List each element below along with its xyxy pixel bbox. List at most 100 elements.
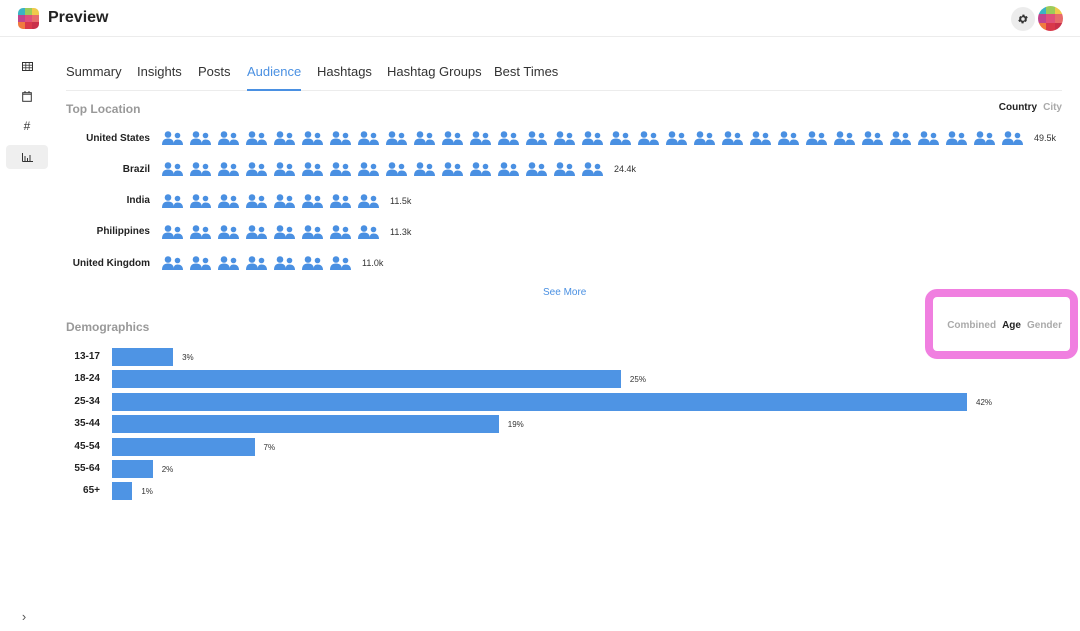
people-icon bbox=[722, 130, 750, 146]
people-icon bbox=[498, 161, 526, 177]
tab-audience[interactable]: Audience bbox=[247, 64, 302, 91]
location-icons bbox=[162, 161, 610, 177]
sidebar-item-calendar[interactable] bbox=[6, 84, 48, 108]
logo-tile bbox=[1054, 6, 1063, 15]
people-icon bbox=[190, 130, 218, 146]
bar-category-label: 18-24 bbox=[74, 373, 100, 385]
people-icon bbox=[918, 130, 946, 146]
people-icon bbox=[274, 130, 302, 146]
logo-tile bbox=[18, 8, 25, 15]
people-icon bbox=[386, 130, 414, 146]
people-icon bbox=[582, 130, 610, 146]
toggle-country[interactable]: Country bbox=[999, 102, 1037, 113]
logo-tile bbox=[25, 15, 32, 22]
see-more-link[interactable]: See More bbox=[543, 287, 586, 298]
tab-insights[interactable]: Insights bbox=[137, 64, 182, 91]
people-icon bbox=[218, 130, 246, 146]
people-icon bbox=[414, 130, 442, 146]
demographic-bar bbox=[112, 392, 967, 411]
people-icon bbox=[358, 193, 386, 209]
people-icon bbox=[358, 224, 386, 240]
people-icon bbox=[946, 130, 974, 146]
sidebar-expand-button[interactable]: › bbox=[16, 608, 32, 624]
sidebar-item-hashtag[interactable]: # bbox=[6, 114, 48, 138]
bar-value-label: 42% bbox=[976, 397, 993, 407]
app-title: Preview bbox=[48, 9, 109, 26]
tab-hashtag-groups[interactable]: Hashtag Groups bbox=[387, 64, 482, 91]
people-icon bbox=[274, 193, 302, 209]
demographic-bar bbox=[112, 370, 621, 389]
location-toggle-group: Country City bbox=[999, 102, 1062, 113]
people-icon bbox=[190, 161, 218, 177]
location-value: 24.4k bbox=[614, 164, 637, 175]
location-value: 49.5k bbox=[1034, 133, 1057, 143]
people-icon bbox=[302, 255, 330, 271]
tab-bar: Summary Insights Posts Audience Hashtags… bbox=[66, 56, 1062, 91]
tab-posts[interactable]: Posts bbox=[198, 64, 231, 91]
bar-value-label: 7% bbox=[263, 442, 276, 452]
top-bar: Preview bbox=[0, 0, 1080, 37]
bar-value-label: 19% bbox=[507, 420, 524, 430]
logo-tile bbox=[32, 22, 39, 29]
toggle-city[interactable]: City bbox=[1043, 102, 1062, 113]
location-value: 11.0k bbox=[362, 258, 384, 269]
people-icon bbox=[218, 255, 246, 271]
people-icon bbox=[302, 130, 330, 146]
people-icon bbox=[190, 193, 218, 209]
bar-category-label: 55-64 bbox=[74, 463, 100, 474]
people-icon bbox=[162, 224, 190, 240]
settings-button[interactable] bbox=[1011, 7, 1035, 31]
people-icon bbox=[358, 130, 386, 146]
people-icon bbox=[750, 130, 778, 146]
people-icon bbox=[974, 130, 1002, 146]
logo-tile bbox=[25, 22, 32, 29]
people-icon bbox=[302, 161, 330, 177]
bar-value-label: 1% bbox=[141, 487, 153, 497]
people-icon bbox=[610, 130, 638, 146]
logo-tile bbox=[1038, 22, 1047, 31]
tab-hashtags[interactable]: Hashtags bbox=[317, 64, 372, 91]
location-icons bbox=[162, 224, 386, 240]
people-icon bbox=[246, 161, 274, 177]
people-icon bbox=[218, 161, 246, 177]
avatar[interactable] bbox=[1038, 6, 1063, 31]
people-icon bbox=[218, 224, 246, 240]
demographic-bar bbox=[112, 415, 499, 434]
logo-tile bbox=[18, 15, 25, 22]
sidebar-item-grid[interactable] bbox=[6, 54, 48, 78]
location-name: United Kingdom bbox=[72, 257, 150, 269]
people-icon bbox=[386, 161, 414, 177]
people-icon bbox=[890, 130, 918, 146]
people-icon bbox=[694, 130, 722, 146]
people-icon bbox=[526, 130, 554, 146]
people-icon bbox=[330, 130, 358, 146]
people-icon bbox=[274, 224, 302, 240]
bar-category-label: 65+ bbox=[83, 485, 100, 497]
location-name: Brazil bbox=[122, 163, 150, 175]
tab-best-times[interactable]: Best Times bbox=[494, 64, 558, 91]
people-icon bbox=[582, 161, 610, 177]
people-icon bbox=[442, 130, 470, 146]
people-icon bbox=[302, 193, 330, 209]
bar-category-label: 45-54 bbox=[74, 440, 100, 452]
bar-chart-icon bbox=[21, 152, 33, 162]
people-icon bbox=[274, 255, 302, 271]
people-icon bbox=[806, 130, 834, 146]
demographic-bar bbox=[112, 482, 133, 501]
logo-tile bbox=[32, 8, 39, 15]
people-icon bbox=[246, 130, 274, 146]
people-icon bbox=[498, 130, 526, 146]
people-icon bbox=[442, 161, 470, 177]
logo-tile bbox=[32, 15, 39, 22]
top-location-title: Top Location bbox=[66, 102, 141, 116]
people-icon bbox=[330, 255, 358, 271]
tab-summary[interactable]: Summary bbox=[66, 64, 122, 91]
people-icon bbox=[414, 161, 442, 177]
grid-icon bbox=[21, 61, 33, 71]
people-icon bbox=[302, 224, 330, 240]
people-icon bbox=[358, 161, 386, 177]
sidebar-item-analytics[interactable] bbox=[6, 145, 48, 169]
location-name: Philippines bbox=[96, 226, 150, 238]
people-icon bbox=[246, 255, 274, 271]
calendar-icon bbox=[22, 90, 32, 102]
